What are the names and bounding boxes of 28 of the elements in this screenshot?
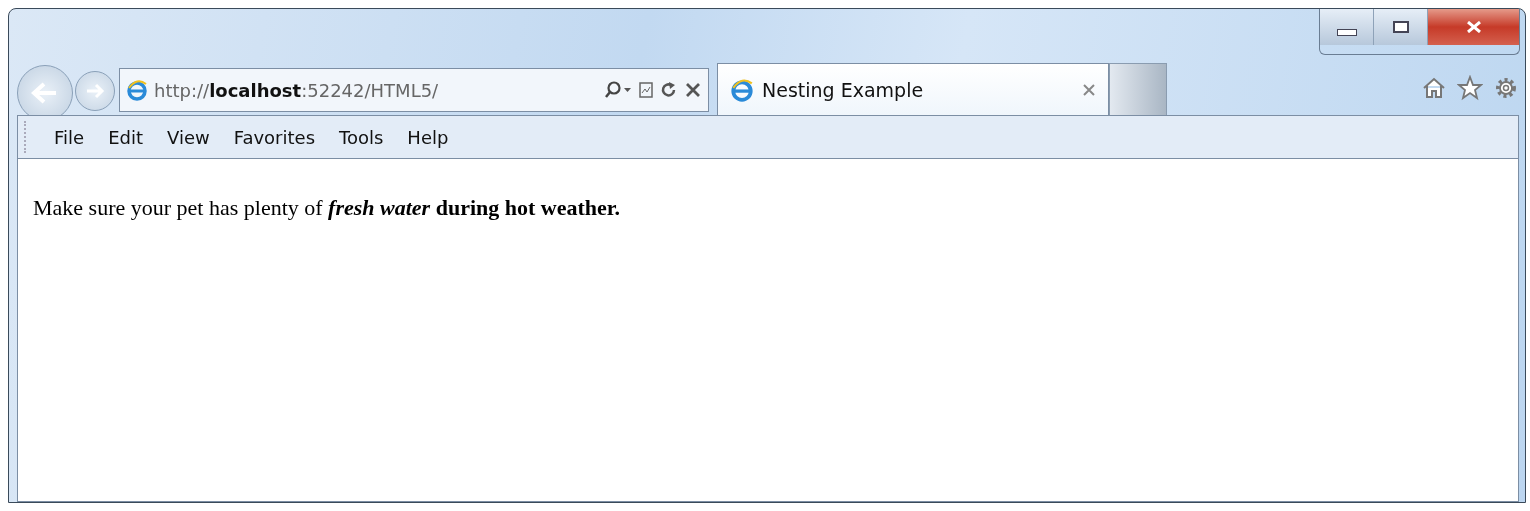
address-bar[interactable]: http://localhost:52242/HTML5/: [119, 68, 709, 112]
minimize-button[interactable]: [1320, 9, 1374, 45]
home-icon[interactable]: [1421, 75, 1447, 101]
paragraph: Make sure your pet has plenty of fresh water during hot weather.: [33, 195, 622, 221]
ie-logo-icon: [730, 77, 754, 102]
browser-tab[interactable]: Nesting Example: [717, 63, 1109, 115]
forward-button[interactable]: [75, 71, 115, 111]
close-icon[interactable]: [684, 81, 702, 99]
menu-item[interactable]: File: [42, 126, 97, 148]
compatibility-view-icon[interactable]: [638, 81, 654, 99]
refresh-icon[interactable]: [660, 81, 678, 99]
close-button[interactable]: [1428, 9, 1519, 45]
new-tab-button[interactable]: [1109, 63, 1167, 115]
menu-item[interactable]: Edit: [96, 126, 155, 148]
menu-item[interactable]: Favorites: [221, 126, 327, 148]
star-icon[interactable]: [1457, 75, 1483, 101]
menu-item[interactable]: View: [155, 126, 222, 148]
url-text: http://localhost:52242/HTML5/: [154, 79, 440, 101]
tab-title: Nesting Example: [762, 78, 925, 101]
maximize-button[interactable]: [1374, 9, 1428, 45]
menu-item[interactable]: Tools: [327, 126, 396, 148]
close-tab-icon[interactable]: [1082, 82, 1096, 97]
close-icon: [1465, 21, 1482, 33]
search-icon[interactable]: [604, 80, 632, 100]
ie-logo-icon: [126, 79, 148, 101]
settings-icon[interactable]: [1493, 75, 1519, 101]
menu-item[interactable]: Help: [395, 126, 461, 148]
right-arrow-icon: [84, 82, 106, 100]
